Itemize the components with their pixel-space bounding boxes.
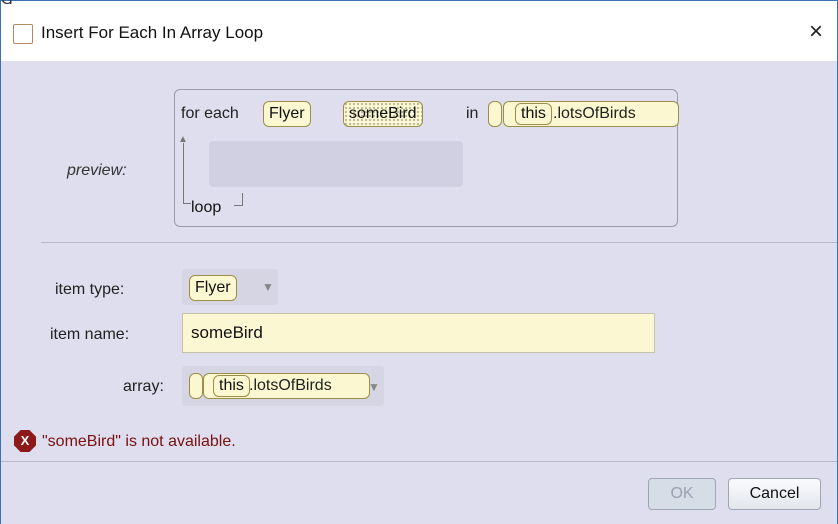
chevron-down-icon: ▼ [262, 280, 274, 294]
button-bar: OK Cancel [1, 461, 837, 524]
item-name-field[interactable] [182, 313, 655, 353]
array-this-slot [189, 373, 203, 399]
loop-body-slot [209, 141, 463, 187]
array-label: array: [123, 378, 164, 395]
loop-bracket [183, 143, 185, 203]
loop-bracket-bottom [183, 203, 191, 204]
preview-type-tile: Flyer [263, 101, 311, 127]
for-each-label: for each [181, 105, 239, 122]
item-name-label: item name: [50, 326, 130, 343]
dialog-content: preview: for each Flyer someBird in this… [1, 61, 837, 461]
window-title: Insert For Each In Array Loop [41, 23, 264, 42]
title-bar: Ɑ Insert For Each In Array Loop × [1, 0, 837, 61]
preview-item-tile: someBird [343, 101, 423, 127]
array-this-tile: this [213, 375, 250, 397]
error-x-icon: X [14, 430, 36, 452]
corner-glyph: Ɑ [1, 0, 13, 9]
preview-label: preview: [67, 162, 127, 179]
in-label: in [466, 105, 479, 122]
item-type-tile: Flyer [189, 275, 237, 301]
preview-array-suffix: .lotsOfBirds [553, 105, 636, 122]
java-app-icon [13, 24, 33, 44]
ok-button[interactable]: OK [648, 478, 716, 510]
insert-loop-dialog: Ɑ Insert For Each In Array Loop × previe… [0, 0, 838, 524]
array-suffix: .lotsOfBirds [249, 377, 332, 394]
close-button[interactable]: × [799, 15, 833, 49]
chevron-down-icon: ▼ [368, 380, 380, 394]
loop-label: loop [191, 199, 222, 216]
preview-this-tile: this [515, 103, 552, 125]
cancel-button[interactable]: Cancel [728, 478, 821, 510]
error-message: "someBird" is not available. [42, 433, 236, 450]
item-type-label: item type: [55, 281, 125, 298]
loop-bracket-end [234, 193, 243, 206]
separator [41, 242, 837, 243]
preview-this-slot [488, 101, 502, 127]
